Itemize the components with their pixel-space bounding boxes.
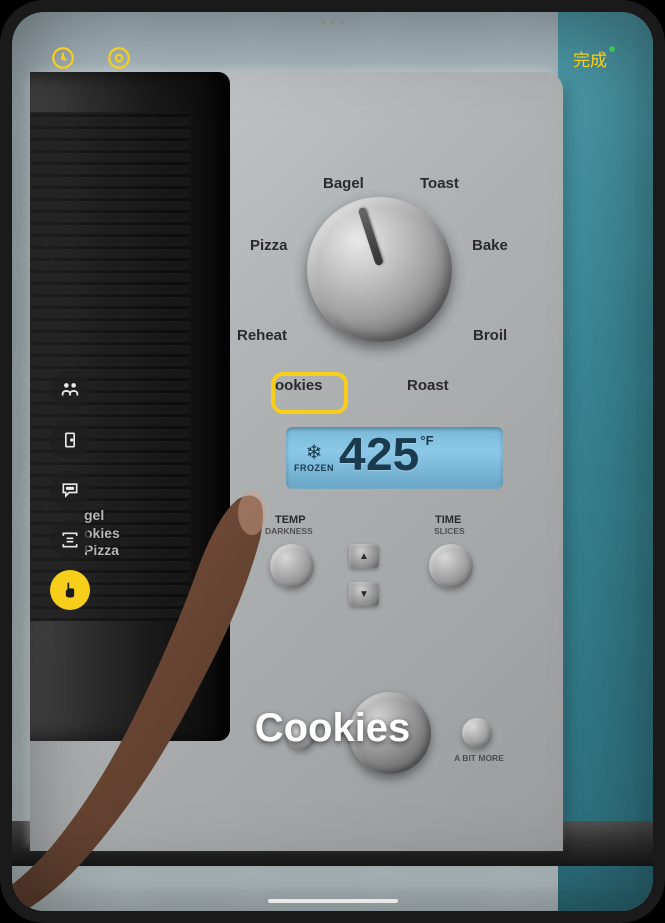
temp-knob <box>270 544 314 588</box>
snowflake-icon: ❄ <box>306 443 323 463</box>
lcd-temperature: 425 <box>338 434 418 482</box>
detection-modes <box>50 370 90 610</box>
darkness-label: DARKNESS <box>265 527 313 536</box>
done-button[interactable]: 完成 <box>573 46 615 71</box>
point-and-speak-button[interactable] <box>50 570 90 610</box>
dial-label-roast: Roast <box>407 377 449 394</box>
time-label: TIME <box>435 514 461 526</box>
people-detection-button[interactable] <box>50 370 90 410</box>
screen: Bagel Toast Pizza Bake Reheat Broil ooki… <box>12 12 653 911</box>
image-descriptions-button[interactable] <box>50 470 90 510</box>
dial-label-pizza: Pizza <box>250 237 288 254</box>
dial-label-toast: Toast <box>420 175 459 192</box>
camera-viewfinder: Bagel Toast Pizza Bake Reheat Broil ooki… <box>12 12 653 911</box>
door-detection-button[interactable] <box>50 420 90 460</box>
detected-text-caption: Cookies <box>255 706 411 751</box>
slices-label: SLICES <box>434 527 465 536</box>
multitasking-dots[interactable] <box>321 20 345 24</box>
lcd-frozen-indicator: ❄ FROZEN <box>294 443 334 473</box>
ipad-frame: Bagel Toast Pizza Bake Reheat Broil ooki… <box>0 0 665 923</box>
settings-button[interactable] <box>47 42 79 74</box>
lcd-unit: °F <box>420 433 433 448</box>
dial-label-bake: Bake <box>472 237 508 254</box>
lcd-display: ❄ FROZEN 425 °F <box>286 427 503 489</box>
text-detection-button[interactable] <box>50 520 90 560</box>
top-toolbar <box>47 42 135 74</box>
a-bit-more-button <box>462 718 492 748</box>
dial-label-bagel: Bagel <box>323 175 364 192</box>
time-knob <box>429 544 473 588</box>
background-wall <box>558 12 653 911</box>
temp-label: TEMP <box>275 514 306 526</box>
up-arrow-button: ▲ <box>349 544 379 568</box>
frozen-label: FROZEN <box>294 463 334 473</box>
oven-controls: TEMP DARKNESS ▲ ▼ TIME SLICES <box>267 514 517 634</box>
home-indicator[interactable] <box>268 899 398 903</box>
flashlight-button[interactable] <box>103 42 135 74</box>
detection-highlight-box <box>271 372 348 414</box>
mode-dial <box>307 197 452 342</box>
mode-dial-zone: Bagel Toast Pizza Bake Reheat Broil ooki… <box>255 167 535 397</box>
dial-label-reheat: Reheat <box>237 327 287 344</box>
dial-label-broil: Broil <box>473 327 507 344</box>
down-arrow-button: ▼ <box>349 582 379 606</box>
a-bit-more-label: A BIT MORE <box>449 754 509 763</box>
